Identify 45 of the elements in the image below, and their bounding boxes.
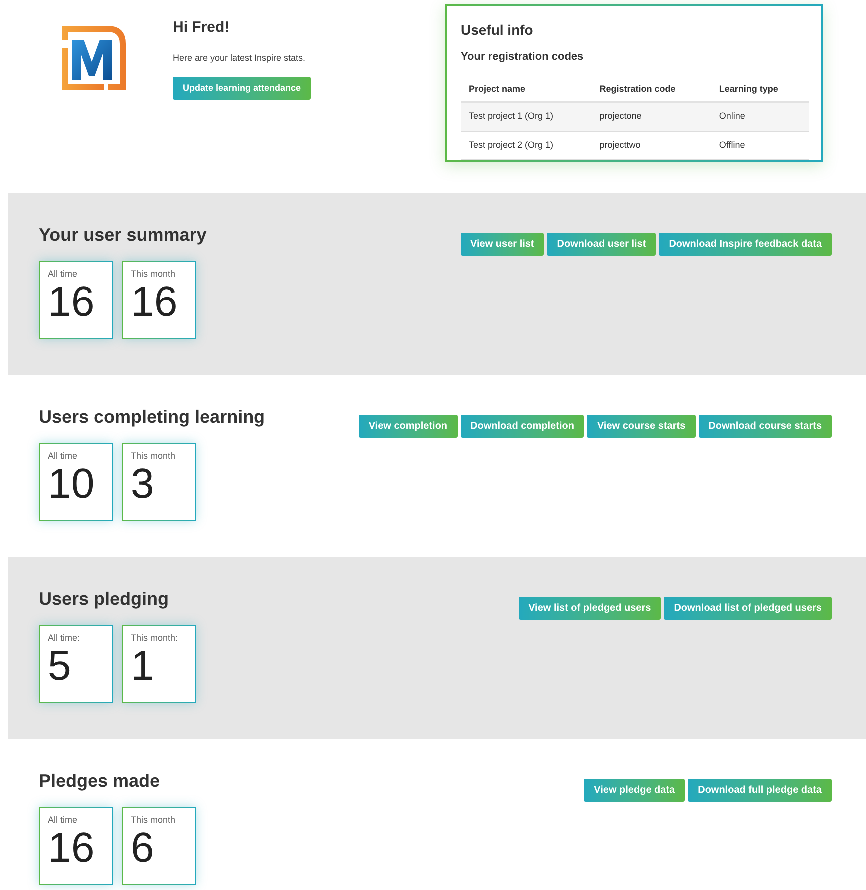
action-button[interactable]: Download user list: [547, 233, 656, 256]
section-title: Users pledging: [39, 588, 170, 611]
update-attendance-button[interactable]: Update learning attendance: [173, 77, 312, 100]
section-title: Users completing learning: [39, 406, 266, 429]
column-header: Learning type: [719, 84, 778, 94]
stat-value: 3: [131, 463, 156, 505]
column-header: Project name: [469, 84, 526, 94]
greeting-subtitle: Here are your latest Inspire stats.: [173, 52, 306, 65]
stat-label: This month: [131, 452, 177, 461]
stat-label: All time: [48, 816, 79, 825]
stat-value: 5: [48, 645, 72, 687]
stat-value: 6: [131, 827, 156, 869]
info-title: Useful info: [461, 21, 534, 40]
greeting-title: Hi Fred!: [173, 18, 230, 38]
action-button[interactable]: View completion: [358, 415, 458, 438]
stat-label: This month: [131, 270, 177, 279]
stat-value: 16: [48, 281, 96, 323]
stat-label: This month: [131, 816, 177, 825]
column-header: Registration code: [600, 84, 676, 94]
info-subtitle: Your registration codes: [461, 50, 585, 65]
action-button[interactable]: Download completion: [460, 415, 584, 438]
stat-label: All time: [48, 270, 79, 279]
stat-value: 1: [131, 645, 156, 687]
stat-value: 10: [48, 463, 96, 505]
stat-value: 16: [131, 281, 179, 323]
table-cell: Test project 2 (Org 1): [469, 140, 554, 150]
table-cell: projectone: [600, 111, 642, 121]
stat-label: This month:: [131, 634, 180, 643]
section-title: Pledges made: [39, 770, 162, 793]
action-button[interactable]: View pledge data: [584, 779, 686, 802]
section-title: Your user summary: [39, 224, 207, 247]
stat-label: All time: [48, 452, 79, 461]
action-button[interactable]: Download Inspire feedback data: [659, 233, 832, 256]
action-button[interactable]: View course starts: [587, 415, 696, 438]
action-button[interactable]: View list of pledged users: [518, 597, 662, 620]
stat-label: All time:: [48, 634, 82, 643]
action-button[interactable]: Download course starts: [698, 415, 832, 438]
action-button[interactable]: Download list of pledged users: [664, 597, 832, 620]
action-button[interactable]: View user list: [460, 233, 544, 256]
action-button[interactable]: Download full pledge data: [688, 779, 832, 802]
table-cell: projecttwo: [600, 140, 641, 150]
table-cell: Test project 1 (Org 1): [469, 111, 554, 121]
table-cell: Online: [719, 111, 746, 121]
table-cell: Offline: [719, 140, 746, 150]
stat-value: 16: [48, 827, 96, 869]
